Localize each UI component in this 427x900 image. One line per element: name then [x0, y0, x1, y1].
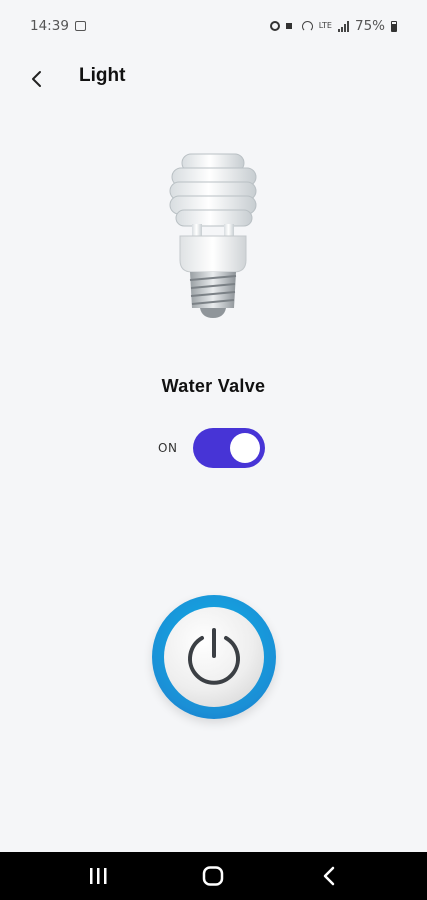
power-button[interactable] — [152, 595, 276, 719]
gallery-notification-icon — [74, 21, 86, 31]
power-button-face — [164, 607, 264, 707]
status-bar: 14:39 LTE 75% — [0, 0, 427, 52]
mute-icon — [285, 21, 296, 31]
light-bulb-image — [169, 153, 257, 318]
battery-icon — [391, 20, 397, 32]
recents-icon — [89, 868, 107, 884]
back-button[interactable] — [17, 59, 57, 99]
screen: 14:39 LTE 75% Light Water Valve ON — [0, 0, 427, 900]
power-toggle-switch[interactable] — [193, 428, 266, 468]
app-bar: Light — [0, 55, 427, 103]
battery-percent: 75% — [354, 18, 385, 34]
nav-back-button[interactable] — [299, 856, 359, 896]
device-name: Water Valve — [161, 376, 266, 396]
navigation-bar — [0, 852, 427, 900]
back-icon — [323, 866, 335, 886]
status-left: 14:39 — [30, 18, 86, 34]
status-time: 14:39 — [30, 18, 69, 34]
home-button[interactable] — [183, 856, 243, 896]
hotspot-icon — [301, 20, 313, 32]
recents-button[interactable] — [68, 856, 128, 896]
home-icon — [203, 866, 224, 886]
signal-icon — [337, 20, 349, 32]
page-title: Light — [79, 65, 126, 86]
toggle-label: ON — [158, 441, 178, 455]
status-right: LTE 75% — [269, 18, 397, 34]
power-icon — [188, 628, 240, 685]
alarm-icon — [269, 21, 280, 31]
chevron-left-icon — [32, 71, 41, 87]
switch-knob — [230, 433, 261, 463]
network-type-icon: LTE — [318, 21, 332, 30]
toggle-row: ON — [158, 426, 266, 470]
